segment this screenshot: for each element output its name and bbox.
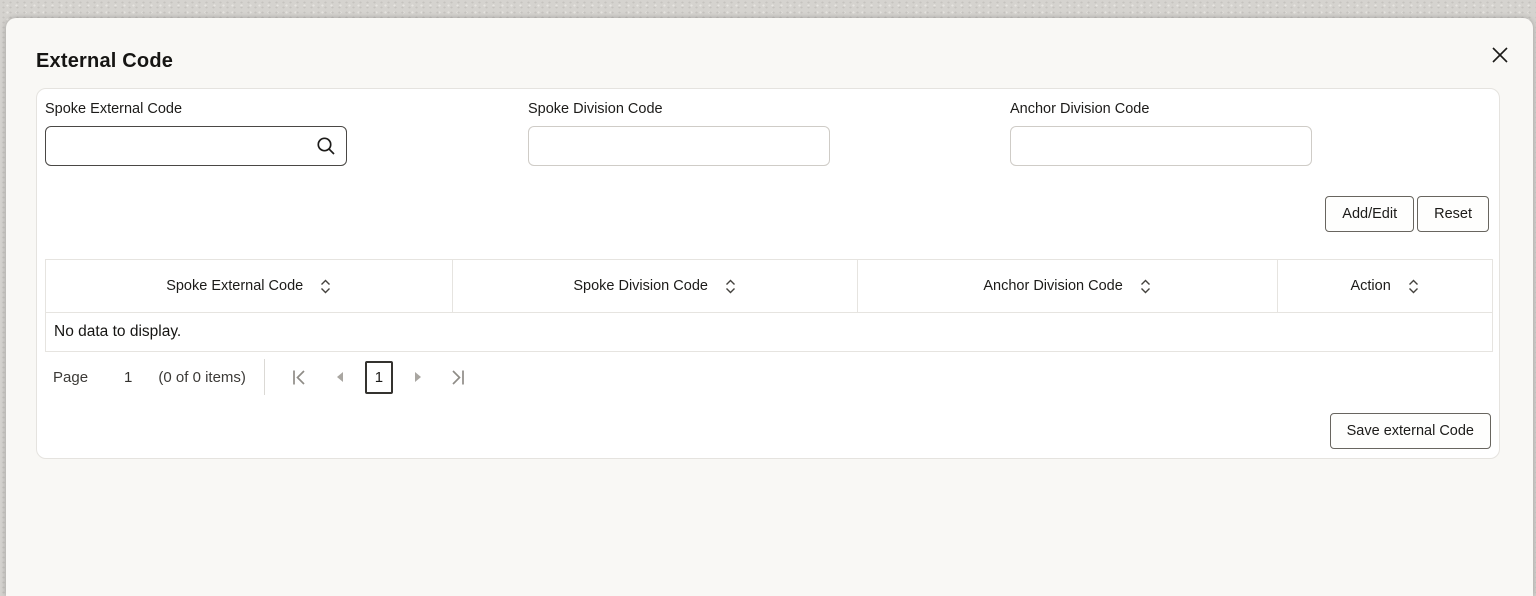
empty-table-message: No data to display. bbox=[46, 312, 1492, 351]
page-label: Page bbox=[53, 369, 88, 386]
next-page-button[interactable] bbox=[403, 361, 433, 393]
items-count-summary: (0 of 0 items) bbox=[158, 369, 246, 386]
sort-icon[interactable] bbox=[724, 278, 737, 295]
pagination-divider bbox=[264, 359, 265, 395]
column-header-spoke-division-code[interactable]: Spoke Division Code bbox=[453, 260, 857, 312]
first-page-icon bbox=[291, 369, 308, 386]
pagination-bar: Page 1 (0 of 0 items) bbox=[45, 351, 483, 403]
save-external-code-button[interactable]: Save external Code bbox=[1330, 413, 1491, 449]
column-header-label: Spoke External Code bbox=[166, 278, 303, 294]
external-code-dialog: External Code Spoke External Code Spoke … bbox=[6, 18, 1533, 596]
spoke-division-code-input[interactable] bbox=[528, 126, 830, 166]
last-page-button[interactable] bbox=[443, 361, 473, 393]
external-codes-table: Spoke External Code Spoke Division Code bbox=[45, 259, 1493, 352]
table-header-row: Spoke External Code Spoke Division Code bbox=[46, 260, 1492, 312]
sort-icon[interactable] bbox=[1407, 278, 1420, 295]
next-page-icon bbox=[412, 370, 424, 384]
add-edit-button[interactable]: Add/Edit bbox=[1325, 196, 1414, 232]
previous-page-icon bbox=[334, 370, 346, 384]
card-footer: Save external Code bbox=[1330, 413, 1491, 449]
form-card: Spoke External Code Spoke Division Code … bbox=[36, 88, 1500, 459]
spoke-division-code-label: Spoke Division Code bbox=[528, 101, 830, 117]
reset-button[interactable]: Reset bbox=[1417, 196, 1489, 232]
spoke-external-code-field-group: Spoke External Code bbox=[45, 101, 347, 166]
column-header-action[interactable]: Action bbox=[1278, 260, 1492, 312]
page-number-value: 1 bbox=[124, 369, 132, 386]
column-header-label: Spoke Division Code bbox=[573, 278, 708, 294]
column-header-spoke-external-code[interactable]: Spoke External Code bbox=[46, 260, 453, 312]
previous-page-button[interactable] bbox=[325, 361, 355, 393]
first-page-button[interactable] bbox=[285, 361, 315, 393]
form-actions: Add/Edit Reset bbox=[1325, 196, 1489, 232]
current-page-box[interactable]: 1 bbox=[365, 361, 393, 394]
pagination-nav: 1 bbox=[285, 361, 483, 394]
anchor-division-code-field-group: Anchor Division Code bbox=[1010, 101, 1312, 166]
anchor-division-code-input[interactable] bbox=[1010, 126, 1312, 166]
spoke-external-code-label: Spoke External Code bbox=[45, 101, 347, 117]
column-header-label: Anchor Division Code bbox=[983, 278, 1122, 294]
close-icon bbox=[1490, 45, 1510, 65]
last-page-icon bbox=[449, 369, 466, 386]
page-title: External Code bbox=[36, 50, 173, 73]
anchor-division-code-label: Anchor Division Code bbox=[1010, 101, 1312, 117]
close-button[interactable] bbox=[1487, 42, 1513, 68]
column-header-anchor-division-code[interactable]: Anchor Division Code bbox=[858, 260, 1278, 312]
spoke-division-code-field-group: Spoke Division Code bbox=[528, 101, 830, 166]
sort-icon[interactable] bbox=[319, 278, 332, 295]
sort-icon[interactable] bbox=[1139, 278, 1152, 295]
spoke-external-code-input[interactable] bbox=[45, 126, 347, 166]
column-header-label: Action bbox=[1350, 278, 1390, 294]
